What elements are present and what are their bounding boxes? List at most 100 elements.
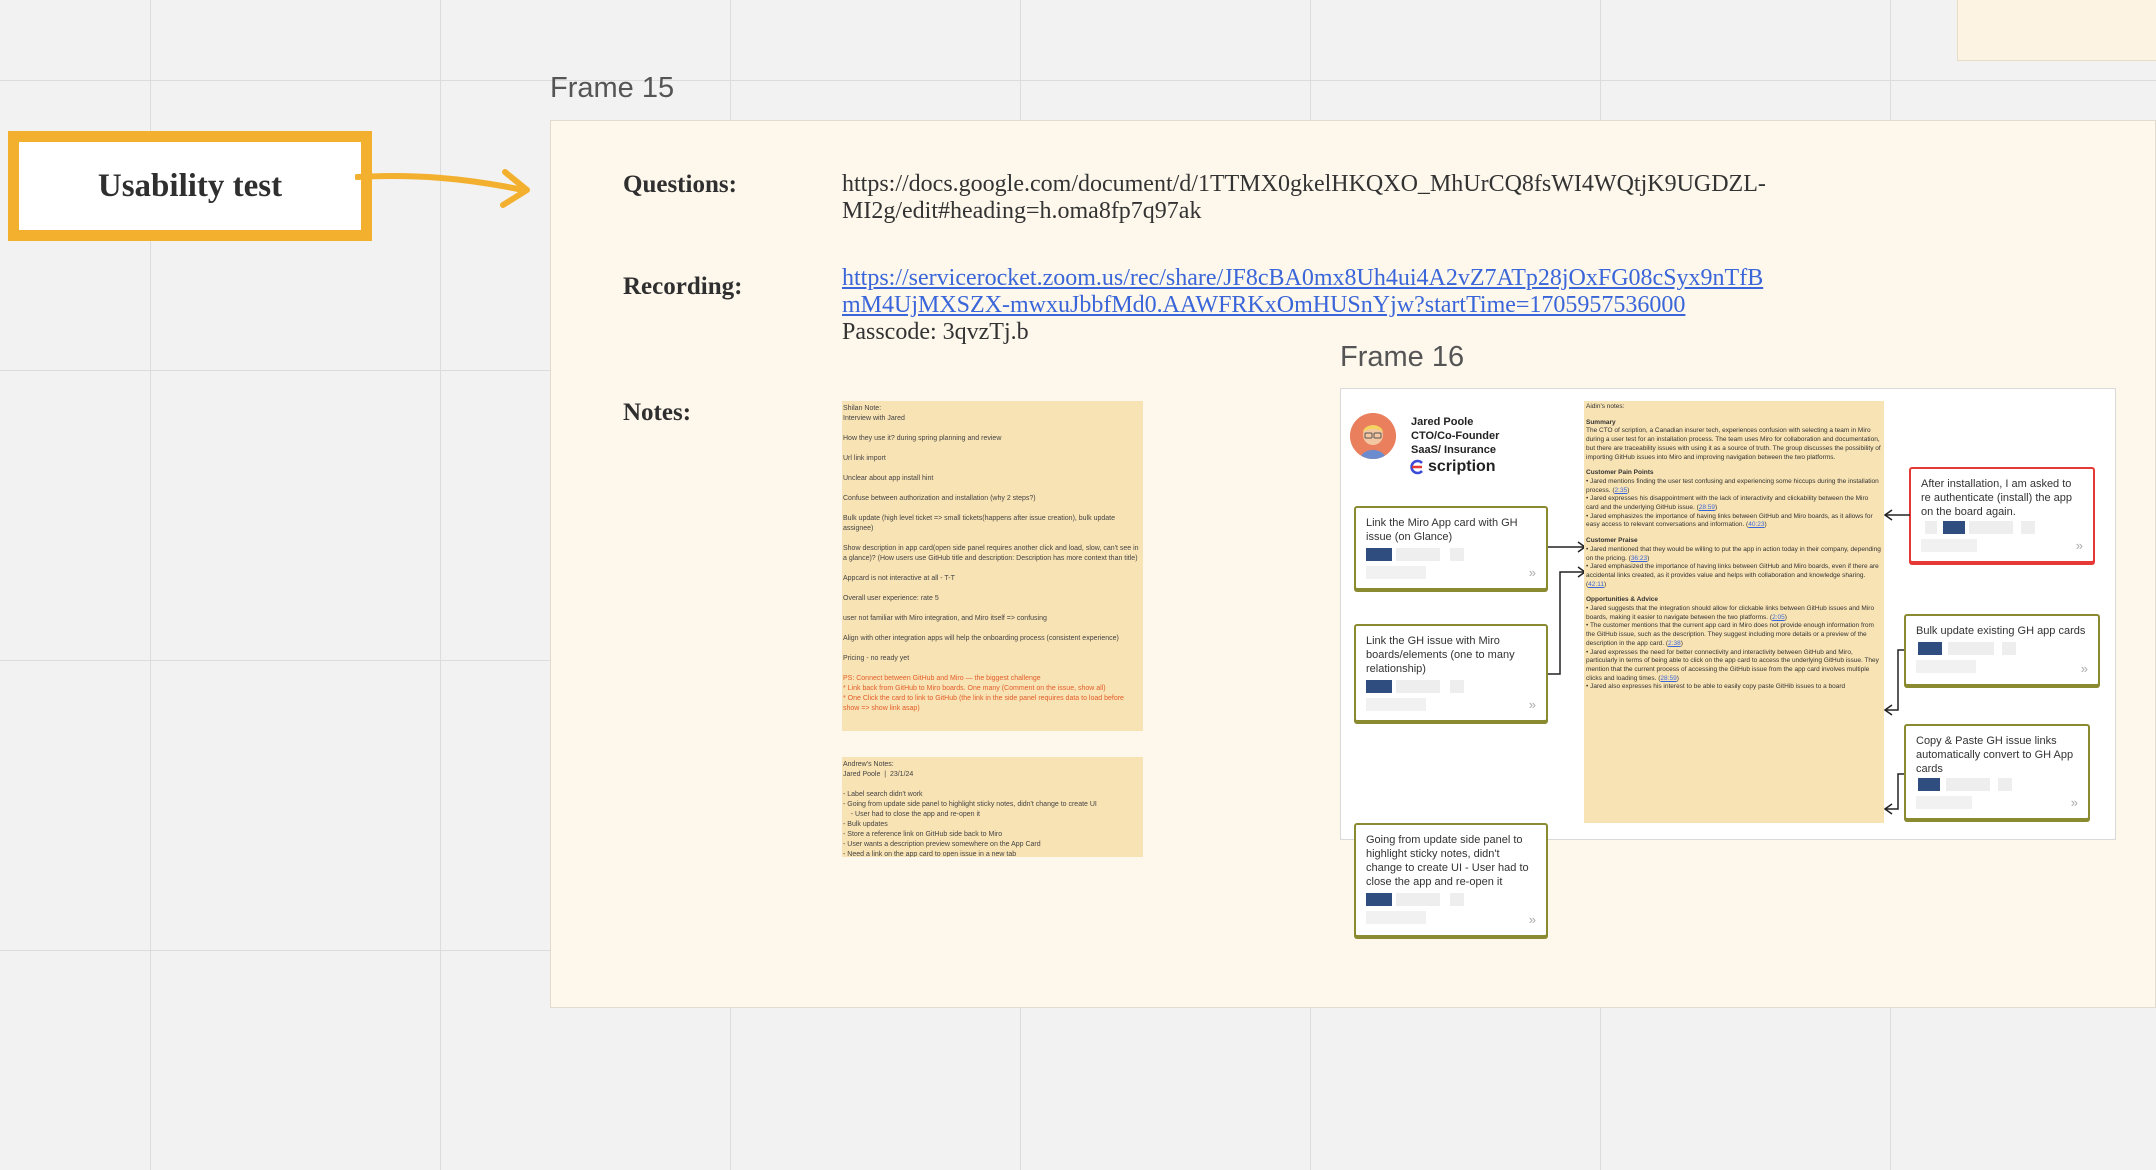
opportunity-item: • Jared also expresses his interest to b… [1586, 683, 1846, 691]
card-expand-icon[interactable]: » [1529, 566, 1536, 580]
timestamp-link[interactable]: 2:38 [1668, 640, 1681, 647]
timestamp-link[interactable]: 28:59 [1699, 504, 1715, 511]
card-placeholder [1450, 680, 1464, 693]
card-placeholder [1366, 566, 1426, 579]
avatar[interactable] [1350, 413, 1396, 459]
card-placeholder [1948, 642, 1994, 655]
opportunity-item: • The customer mentions that the current… [1586, 622, 1874, 647]
persona-industry: SaaS/ Insurance [1411, 444, 1496, 456]
persona-role: CTO/Co-Founder [1411, 430, 1500, 442]
usability-test-label[interactable]: Usability test [8, 131, 372, 241]
card-link-gh-issue[interactable]: Link the GH issue with Miro boards/eleme… [1354, 624, 1548, 722]
shilan-note-item: Overall user experience: rate 5 [843, 595, 939, 602]
questions-url-line2: MI2g/edit#heading=h.oma8fp7q97ak [842, 198, 1202, 224]
scription-logo-icon [1410, 459, 1423, 475]
frame-16-title[interactable]: Frame 16 [1340, 341, 1464, 374]
shilan-note-header: Shilan Note: Interview with Jared [843, 405, 905, 422]
shilan-note-item: Show description in app card(open side p… [843, 545, 1141, 562]
card-tag [1943, 521, 1965, 534]
card-placeholder [1366, 911, 1426, 924]
shilan-note-item: Bulk update (high level ticket => small … [843, 515, 1117, 532]
shilan-note-item: How they use it? during spring planning … [843, 435, 1002, 442]
timestamp-link[interactable]: 40:23 [1748, 521, 1764, 528]
card-copy-paste[interactable]: Copy & Paste GH issue links automaticall… [1904, 724, 2090, 820]
avatar-icon [1350, 413, 1396, 459]
questions-url-line1: https://docs.google.com/document/d/1TTMX… [842, 171, 1766, 197]
timestamp-link[interactable]: 42:11 [1588, 581, 1604, 588]
card-text: Bulk update existing GH app cards [1916, 625, 2086, 637]
passcode-text: Passcode: 3qvzTj.b [842, 319, 1029, 345]
notes-label: Notes: [623, 399, 692, 426]
shilan-note-item: user not familiar with Miro integration,… [843, 615, 1047, 622]
card-placeholder [1921, 539, 1977, 552]
card-tag [1918, 778, 1940, 791]
card-placeholder [1969, 521, 2013, 534]
timestamp-link[interactable]: 2:35 [1615, 487, 1628, 494]
praise-item: • Jared emphasized the importance of hav… [1586, 563, 1879, 588]
card-expand-icon[interactable]: » [2071, 796, 2078, 810]
opportunity-item: • Jared expresses the need for better co… [1586, 648, 1879, 682]
card-expand-icon[interactable]: » [2076, 539, 2083, 553]
card-placeholder [1396, 893, 1440, 906]
card-placeholder [1396, 680, 1440, 693]
timestamp-link[interactable]: 2:05 [1772, 614, 1785, 621]
recording-link-line2[interactable]: mM4UjMXSZX-mwxuJbbfMd0.AAWFRKxOmHUSnYjw?… [842, 292, 1763, 319]
card-placeholder [1916, 796, 1972, 809]
card-placeholder [2021, 521, 2035, 534]
praise-heading: Customer Praise [1586, 537, 1638, 545]
card-placeholder [1366, 698, 1426, 711]
logo-text: scription [1428, 458, 1496, 475]
shilan-note-item: Url link import [843, 455, 886, 462]
shilan-note-highlight: PS: Connect between GitHub and Miro — th… [843, 675, 1124, 712]
timestamp-link[interactable]: 28:59 [1660, 675, 1676, 682]
card-bulk-update[interactable]: Bulk update existing GH app cards » [1904, 614, 2100, 686]
summary-text: The CTO of scription, a Canadian insurer… [1586, 427, 1881, 461]
shilan-note-item: Appcard is not interactive at all - T-T [843, 575, 955, 582]
card-placeholder [1998, 778, 2012, 791]
card-tag [1366, 893, 1392, 906]
frame-15-title[interactable]: Frame 15 [550, 72, 674, 105]
shilan-sticky-note[interactable]: Shilan Note: Interview with Jared How th… [842, 401, 1143, 731]
shilan-note-item: Align with other integration apps will h… [843, 635, 1119, 642]
questions-label: Questions: [623, 171, 737, 198]
card-expand-icon[interactable]: » [1529, 913, 1536, 927]
shilan-note-item: Unclear about app install hint [843, 475, 934, 482]
card-expand-icon[interactable]: » [1529, 698, 1536, 712]
aidin-notes-header: Aidin's notes: [1586, 403, 1625, 410]
card-placeholder [1450, 893, 1464, 906]
card-link-app-card[interactable]: Link the Miro App card with GH issue (on… [1354, 506, 1548, 590]
card-text: After installation, I am asked to re aut… [1921, 478, 2073, 518]
card-placeholder [1396, 548, 1440, 561]
card-text: Link the GH issue with Miro boards/eleme… [1366, 635, 1515, 675]
andrew-sticky-note[interactable]: Andrew's Notes: Jared Poole | 23/1/24 - … [842, 757, 1143, 857]
pain-points-heading: Customer Pain Points [1586, 469, 1654, 477]
pain-point-item: • Jared mentions finding the user test c… [1586, 477, 1879, 494]
card-placeholder [2002, 642, 2016, 655]
card-placeholder [1916, 660, 1976, 673]
questions-url[interactable]: https://docs.google.com/document/d/1TTMX… [842, 171, 1766, 225]
card-placeholder [1946, 778, 1990, 791]
card-text: Going from update side panel to highligh… [1366, 834, 1529, 888]
card-expand-icon[interactable]: » [2081, 662, 2088, 676]
card-text: Copy & Paste GH issue links automaticall… [1916, 735, 2074, 775]
timestamp-link[interactable]: 36:23 [1631, 555, 1647, 562]
usability-test-text: Usability test [97, 167, 283, 204]
recording-block: https://servicerocket.zoom.us/rec/share/… [842, 265, 1763, 346]
summary-heading: Summary [1586, 418, 1616, 426]
partial-frame[interactable] [1957, 0, 2156, 61]
opportunity-item: • Jared suggests that the integration sh… [1586, 605, 1875, 621]
aidin-notes-sticky[interactable]: Aidin's notes: Summary The CTO of script… [1584, 401, 1884, 823]
recording-label: Recording: [623, 273, 743, 300]
card-tag [1366, 680, 1392, 693]
opportunities-heading: Opportunities & Advice [1586, 596, 1658, 604]
shilan-note-item: Pricing - no ready yet [843, 655, 910, 662]
company-logo: scription [1409, 458, 1496, 476]
arrow-connector[interactable] [355, 160, 535, 210]
card-reauth[interactable]: After installation, I am asked to re aut… [1909, 467, 2095, 563]
card-text: Link the Miro App card with GH issue (on… [1366, 517, 1518, 543]
recording-link-line1[interactable]: https://servicerocket.zoom.us/rec/share/… [842, 265, 1763, 292]
card-side-panel[interactable]: Going from update side panel to highligh… [1354, 823, 1548, 937]
card-placeholder [1450, 548, 1464, 561]
shilan-note-item: Confuse between authorization and instal… [843, 495, 1036, 502]
card-tag [1918, 642, 1942, 655]
